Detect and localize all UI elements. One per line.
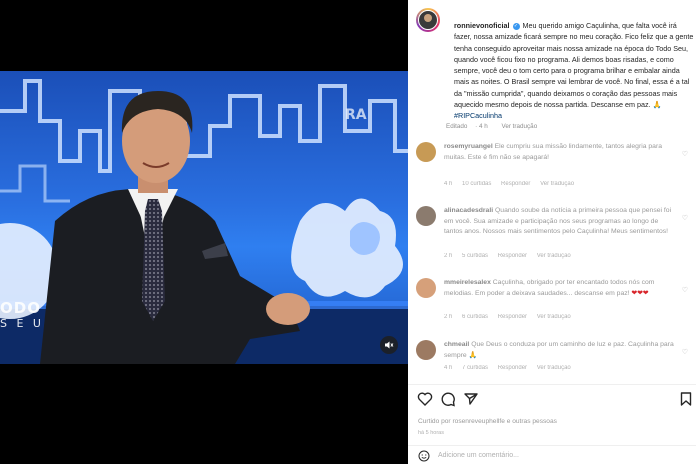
media-pane: RA ODO S E U: [0, 0, 408, 464]
comment-like-heart-icon[interactable]: ♡: [682, 150, 688, 158]
comment-input[interactable]: Adicione um comentário...: [438, 452, 519, 459]
like-heart-icon[interactable]: [417, 391, 433, 407]
commenter-avatar[interactable]: [416, 340, 436, 360]
see-translation-link[interactable]: Ver tradução: [501, 123, 537, 130]
comment-body: mmeirelesalex Caçulinha, obrigado por te…: [444, 278, 674, 299]
comment-likes[interactable]: 5 curtidas: [462, 253, 488, 259]
comment-like-heart-icon[interactable]: ♡: [682, 214, 688, 222]
emoji-smile-icon[interactable]: [418, 450, 430, 462]
comment-text: Que Deus o conduza por um caminho de luz…: [444, 341, 674, 359]
logo-line-2: S E U: [0, 317, 44, 330]
add-comment-bar[interactable]: Adicione um comentário...: [408, 445, 696, 464]
comment-like-heart-icon[interactable]: ♡: [682, 348, 688, 356]
commenter-avatar[interactable]: [416, 142, 436, 162]
post-video[interactable]: RA ODO S E U: [0, 71, 408, 364]
commenter-username[interactable]: rosemyruangel: [444, 143, 493, 150]
post-date: há 5 horas: [418, 430, 444, 436]
share-send-icon[interactable]: [463, 391, 479, 407]
reply-button[interactable]: Responder: [501, 181, 530, 187]
mute-button[interactable]: [380, 336, 398, 354]
comment-meta: 4 h 10 curtidas Responder Ver tradução: [444, 181, 575, 187]
commenter-avatar[interactable]: [416, 206, 436, 226]
speaker-muted-icon: [385, 341, 394, 349]
verified-badge-icon: ✓: [512, 22, 520, 30]
comment-translate-link[interactable]: Ver tradução: [537, 253, 571, 259]
save-bookmark-icon[interactable]: [678, 391, 694, 407]
logo-line-1: ODO: [0, 299, 41, 317]
comment-translate-link[interactable]: Ver tradução: [537, 314, 571, 320]
comment-meta: 2 h 6 curtidas Responder Ver tradução: [444, 314, 571, 320]
comment-translate-link[interactable]: Ver tradução: [537, 365, 571, 371]
todo-seu-logo: ODO S E U: [0, 301, 44, 331]
comment-body: alinacadesdrali Quando soube da notícia …: [444, 206, 674, 238]
edited-label: Editado · 4 h: [446, 123, 488, 130]
comment-bubble-icon[interactable]: [440, 391, 456, 407]
commenter-username[interactable]: chmeail: [444, 341, 469, 348]
commenter-username[interactable]: alinacadesdrali: [444, 207, 493, 214]
comment-meta: 2 h 5 curtidas Responder Ver tradução: [444, 253, 571, 259]
reply-button[interactable]: Responder: [498, 365, 527, 371]
comment-meta: 4 h 7 curtidas Responder Ver tradução: [444, 365, 571, 371]
comment-like-heart-icon[interactable]: ♡: [682, 286, 688, 294]
post-actions-bar: Curtido por rosenreveuphellfe e outras p…: [408, 384, 696, 464]
post-meta: Editado · 4 h Ver tradução: [446, 123, 543, 130]
comment-body: chmeail Que Deus o conduza por um caminh…: [444, 340, 674, 361]
author-username[interactable]: ronnievonoficial: [454, 21, 510, 30]
reply-button[interactable]: Responder: [498, 253, 527, 259]
hearts-emoji: ❤❤❤: [631, 289, 649, 297]
post-side-panel: ronnievonoficial ✓ Meu querido amigo Caç…: [408, 0, 696, 464]
hashtag-link[interactable]: #RIPCaculinha: [454, 111, 502, 120]
comment-likes[interactable]: 10 curtidas: [462, 181, 491, 187]
post-caption: ronnievonoficial ✓ Meu querido amigo Caç…: [454, 20, 694, 122]
commenter-avatar[interactable]: [416, 278, 436, 298]
author-avatar[interactable]: [416, 8, 440, 32]
comment-likes[interactable]: 6 curtidas: [462, 314, 488, 320]
video-frame: RA: [0, 79, 408, 364]
comment-body: rosemyruangel Ele cumpriu sua missão lin…: [444, 142, 674, 163]
video-watermark: RA: [345, 107, 367, 123]
liked-by-text[interactable]: Curtido por rosenreveuphellfe e outras p…: [418, 418, 557, 425]
caption-text: Meu querido amigo Caçulinha, que falta v…: [454, 21, 694, 110]
reply-button[interactable]: Responder: [498, 314, 527, 320]
comment-likes[interactable]: 7 curtidas: [462, 365, 488, 371]
commenter-username[interactable]: mmeirelesalex: [444, 279, 491, 286]
comment-translate-link[interactable]: Ver tradução: [540, 181, 574, 187]
